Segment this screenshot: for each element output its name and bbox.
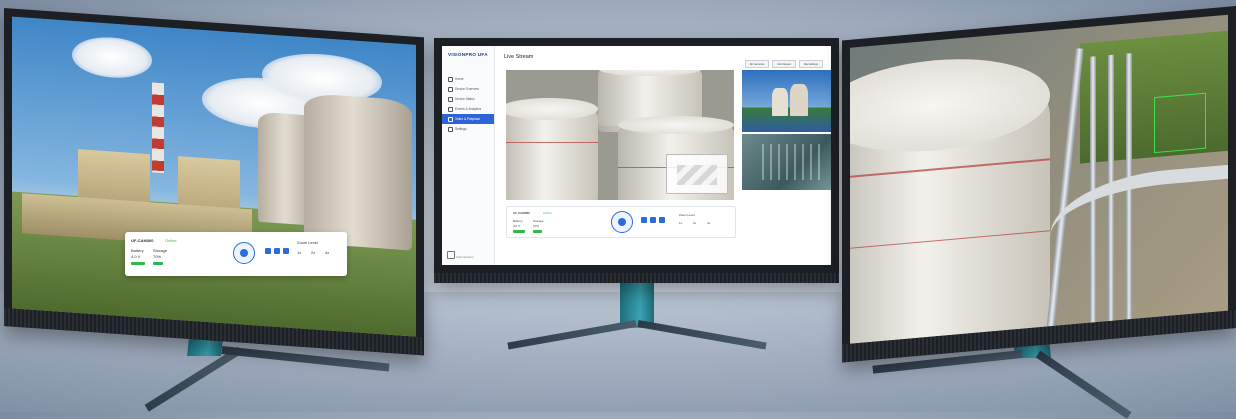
camera-thumbnail-substation[interactable] — [742, 134, 831, 190]
plant-building — [78, 149, 150, 205]
dpad-control-icon[interactable] — [611, 211, 633, 233]
zoom-option[interactable]: 1x — [297, 250, 301, 255]
home-icon — [448, 76, 453, 82]
metric-label: Battery — [131, 248, 144, 253]
status-badge: Online — [543, 211, 552, 215]
sidebar-item-label: Device Overview — [455, 87, 479, 91]
sidebar: VISIONPRO UFA Home Device Overview Devic… — [442, 46, 495, 265]
metric-value: 4.0 V — [131, 254, 141, 259]
sidebar-item-video-playback[interactable]: Video & Playback — [442, 114, 494, 124]
arrow-right-icon[interactable] — [283, 248, 289, 254]
main-video-feed[interactable] — [506, 70, 734, 200]
grid-icon — [448, 86, 453, 92]
sidebar-item-settings[interactable]: Settings — [442, 124, 494, 134]
all-cameras-button[interactable]: All cameras — [744, 60, 770, 68]
metric-label: Battery — [513, 219, 523, 223]
arrow-center-icon[interactable] — [650, 217, 656, 223]
arrow-center-icon[interactable] — [274, 248, 280, 254]
monitor-stand-leg — [507, 320, 637, 350]
metric-label: Storage — [533, 219, 544, 223]
sidebar-item-device-status[interactable]: Device Status — [442, 94, 494, 104]
status-icon — [448, 96, 453, 102]
sidebar-item-events[interactable]: Events & Analytics — [442, 104, 494, 114]
zoom-option[interactable]: 1x — [679, 221, 682, 225]
sidebar-item-label: Device Status — [455, 97, 475, 101]
camera-control-panel: UF-CAM360 Online Battery 4.0 V Storage 7… — [506, 206, 736, 238]
metric-value: 70% — [533, 224, 540, 228]
storage-tank — [506, 98, 598, 200]
arrow-left-icon[interactable] — [641, 217, 647, 223]
sidebar-item-device-overview[interactable]: Device Overview — [442, 84, 494, 94]
camera-feed-tank-closeup — [850, 14, 1228, 344]
brand-logo: VISIONPRO UFA — [448, 52, 488, 57]
gear-icon — [448, 126, 453, 132]
camera-feed-industrial — [12, 16, 416, 337]
center-monitor: VISIONPRO UFA Home Device Overview Devic… — [434, 38, 839, 358]
status-bar — [131, 262, 145, 265]
arrow-left-icon[interactable] — [265, 248, 271, 254]
cooling-tower — [304, 92, 412, 251]
monitor-bezel — [842, 6, 1236, 363]
web-app-screen: VISIONPRO UFA Home Device Overview Devic… — [442, 46, 831, 265]
minimap-overlay[interactable] — [666, 154, 728, 194]
zoom-option[interactable]: 2x — [311, 250, 315, 255]
zoom-option[interactable]: 2x — [693, 221, 696, 225]
status-bar — [513, 230, 525, 233]
monitor-bezel — [4, 8, 424, 356]
metric-value: 4.0 V — [513, 224, 521, 228]
camera-control-panel: UF-CAM360 Online Battery 4.0 V Storage 7… — [125, 232, 347, 276]
storage-tank — [850, 50, 1050, 344]
monitor-stand-leg — [1035, 350, 1132, 419]
metric-label: Storage — [153, 248, 168, 253]
status-bar — [533, 230, 542, 233]
sidebar-item-label: Video & Playback — [455, 117, 480, 121]
arrow-right-icon[interactable] — [659, 217, 665, 223]
zoom-option[interactable]: 4x — [707, 221, 710, 225]
left-monitor: UF-CAM360 Online Battery 4.0 V Storage 7… — [0, 0, 430, 412]
sidebar-item-label: Home — [455, 77, 464, 81]
sidebar-item-home[interactable]: Home — [442, 74, 494, 84]
device-name: UF-CAM360 — [131, 238, 154, 243]
page-title: Live Stream — [504, 54, 534, 60]
monitor-chin — [434, 273, 839, 283]
pipe — [1044, 48, 1084, 344]
chimney — [152, 82, 164, 174]
grid-layout-button[interactable]: Grid layout — [772, 60, 796, 68]
zoom-label: Zoom Level — [297, 240, 318, 245]
detection-box[interactable] — [1154, 92, 1206, 154]
view-toolbar: All cameras Grid layout Recordings — [744, 60, 823, 68]
sidebar-item-label: Events & Analytics — [455, 107, 482, 111]
right-monitor — [842, 0, 1236, 419]
monitor-stand-leg — [637, 320, 767, 350]
recordings-button[interactable]: Recordings — [798, 60, 823, 68]
metric-value: 70% — [153, 254, 162, 259]
camera-thumbnail-power-plant[interactable] — [742, 70, 831, 132]
monitor-bezel: VISIONPRO UFA Home Device Overview Devic… — [434, 38, 839, 283]
video-icon — [448, 116, 453, 122]
user-name: Administrator — [456, 255, 474, 259]
chart-icon — [448, 106, 453, 112]
sidebar-nav: Home Device Overview Device Status Event… — [442, 74, 494, 134]
status-badge: Online — [165, 238, 177, 243]
dpad-control-icon[interactable] — [233, 242, 255, 264]
status-bar — [153, 262, 163, 265]
device-name: UF-CAM360 — [513, 211, 530, 215]
user-icon[interactable] — [447, 251, 455, 259]
zoom-label: Zoom Level — [679, 213, 695, 217]
sidebar-item-label: Settings — [455, 127, 467, 131]
zoom-option[interactable]: 4x — [325, 250, 329, 255]
